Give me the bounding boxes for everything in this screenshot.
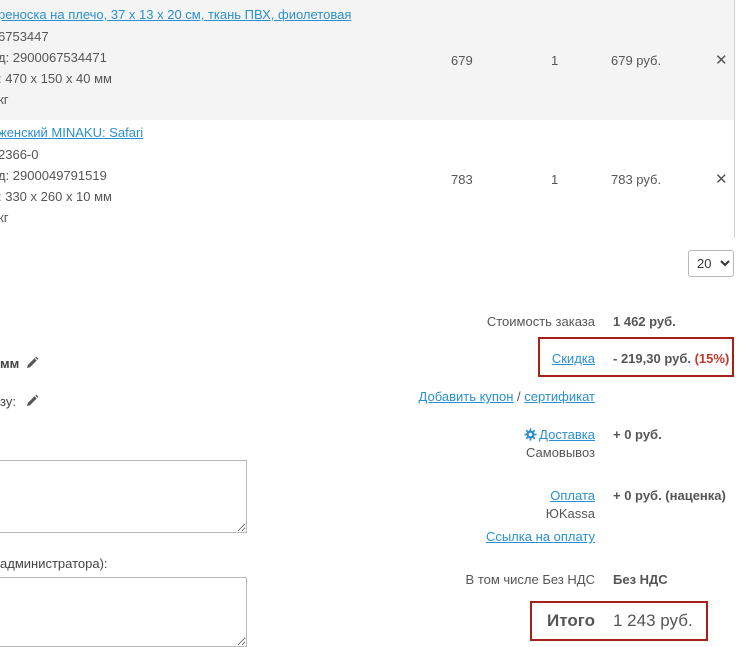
product-name-link[interactable]: женский MINAKU: Safari — [0, 125, 143, 140]
admin-comment-textarea[interactable] — [0, 577, 247, 647]
comment-textarea[interactable] — [0, 460, 247, 533]
product-price: 679 — [451, 53, 473, 68]
delete-item-button[interactable]: ✕ — [715, 51, 728, 69]
pencil-icon[interactable] — [25, 394, 39, 408]
product-qty: 1 — [551, 53, 559, 68]
delivery-value: + 0 руб. — [613, 427, 662, 442]
coupon-links: Добавить купон / сертификат — [419, 389, 595, 404]
total-label: Итого — [547, 611, 595, 630]
field-label-mm: мм — [0, 356, 20, 371]
cart-items-table: реноска на плечо, 37 х 13 х 20 см, ткань… — [0, 0, 735, 238]
product-weight: кг — [0, 92, 9, 107]
discount-amount: - 219,30 руб. — [613, 351, 691, 366]
product-sum: 679 руб. — [611, 53, 662, 68]
vat-value: Без НДС — [613, 572, 668, 587]
product-qty: 1 — [551, 172, 559, 187]
discount-value: - 219,30 руб. (15%) — [613, 351, 729, 366]
product-name-link[interactable]: реноска на плечо, 37 х 13 х 20 см, ткань… — [0, 7, 351, 22]
discount-percent: (15%) — [694, 351, 730, 366]
product-dimensions: : 470 х 150 х 40 мм — [0, 71, 112, 86]
close-icon: ✕ — [715, 52, 728, 69]
product-dimensions: : 330 х 260 х 10 мм — [0, 189, 112, 204]
product-sum: 783 руб. — [611, 172, 662, 187]
delivery-row: Доставка — [524, 427, 595, 442]
add-coupon-link[interactable]: Добавить купон — [419, 389, 514, 404]
order-cost-value: 1 462 руб. — [613, 314, 676, 329]
delete-item-button[interactable]: ✕ — [715, 170, 728, 188]
pencil-icon[interactable] — [25, 356, 39, 370]
certificate-link[interactable]: сертификат — [524, 389, 595, 404]
field-label-vu: зу: — [0, 394, 16, 409]
product-price: 783 — [451, 172, 473, 187]
order-cost-label: Стоимость заказа — [486, 314, 595, 329]
payment-value: + 0 руб. (наценка) — [613, 488, 726, 503]
product-barcode: д: 2900049791519 — [0, 168, 107, 183]
payment-url-link[interactable]: Ссылка на оплату — [486, 529, 595, 544]
product-barcode: д: 2900067534471 — [0, 50, 107, 65]
payment-method: ЮKassa — [545, 506, 595, 521]
table-row: реноска на плечо, 37 х 13 х 20 см, ткань… — [0, 0, 734, 120]
admin-comment-label: администратора): — [0, 556, 108, 571]
close-icon: ✕ — [715, 171, 728, 188]
per-page-select[interactable]: 20 — [688, 250, 734, 277]
coupon-separator: / — [517, 389, 521, 404]
total-value: 1 243 руб. — [613, 611, 693, 630]
product-article: 2366-0 — [0, 147, 39, 162]
vat-label: В том числе Без НДС — [465, 572, 595, 587]
delivery-method: Самовывоз — [526, 445, 595, 460]
gear-icon[interactable] — [524, 428, 537, 441]
product-weight: кг — [0, 210, 9, 225]
product-article: 6753447 — [0, 29, 49, 44]
payment-link[interactable]: Оплата — [550, 488, 595, 503]
delivery-link[interactable]: Доставка — [539, 427, 595, 442]
discount-link[interactable]: Скидка — [552, 351, 595, 366]
table-row: женский MINAKU: Safari 2366-0 д: 2900049… — [0, 120, 734, 238]
